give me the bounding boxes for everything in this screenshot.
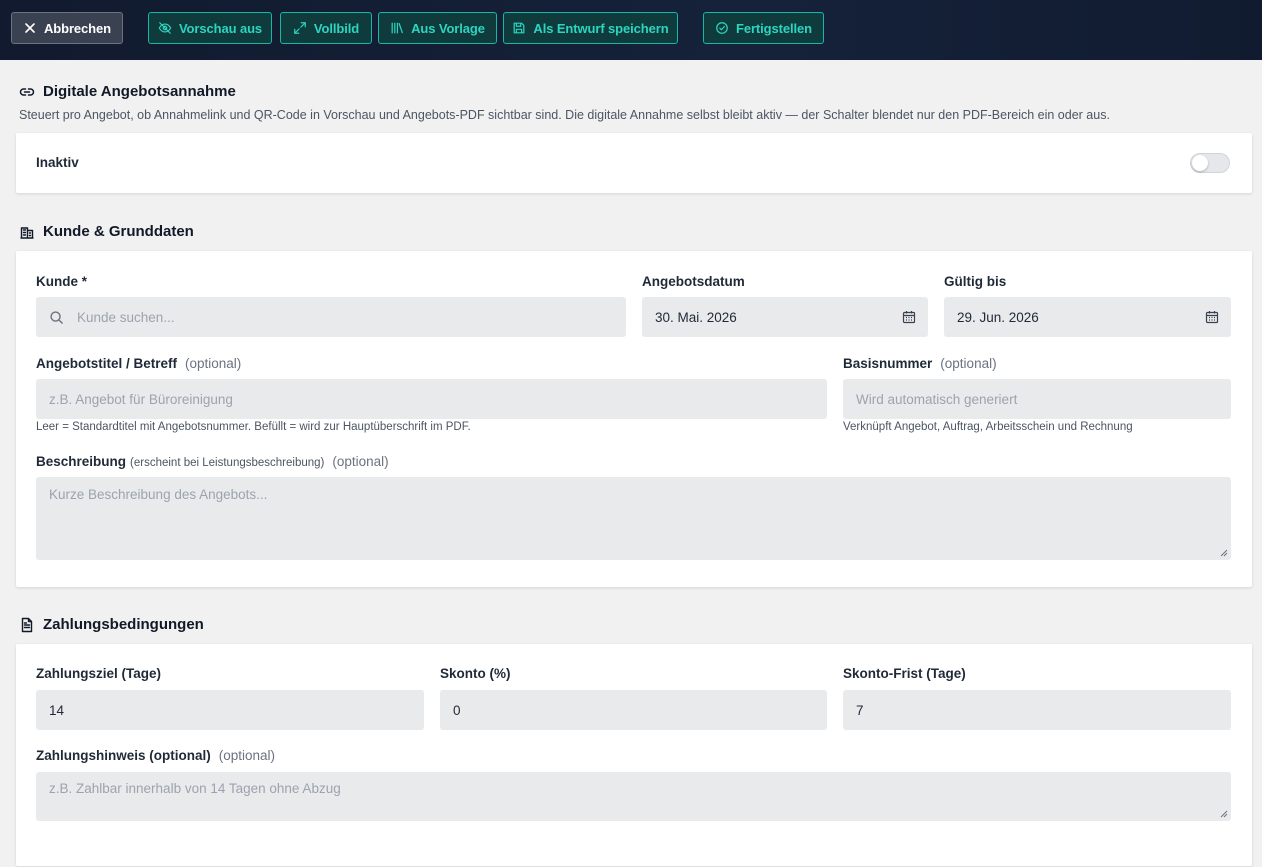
customer-card: Kunde * Angebotsdatum 30. Mai. 2026 Gült…	[16, 251, 1252, 587]
base-number-input[interactable]	[856, 391, 1218, 407]
building-icon	[20, 226, 34, 239]
base-number-label-text: Basisnummer	[843, 356, 933, 371]
valid-until-label: Gültig bis	[944, 274, 1007, 289]
payment-note-label: Zahlungshinweis (optional) (optional)	[36, 748, 275, 763]
customer-title: Kunde & Grunddaten	[43, 223, 194, 240]
base-number-optional: (optional)	[940, 356, 997, 371]
customer-label: Kunde *	[36, 274, 88, 289]
digital-acceptance-toggle[interactable]	[1190, 153, 1230, 173]
offer-date-value: 30. Mai. 2026	[655, 309, 737, 325]
payment-note-label-text: Zahlungshinweis (optional)	[36, 748, 211, 763]
digital-acceptance-heading: Digitale Angebotsannahme	[19, 83, 236, 100]
finish-button[interactable]: Fertigstellen	[703, 12, 824, 44]
cancel-button-label: Abbrechen	[43, 20, 111, 36]
eye-off-icon	[158, 22, 172, 34]
calendar-icon[interactable]	[1205, 310, 1219, 324]
library-icon	[391, 22, 403, 34]
discount-days-label: Skonto-Frist (Tage)	[843, 666, 966, 681]
base-number-field[interactable]	[843, 379, 1231, 419]
payment-note-field[interactable]	[36, 772, 1231, 821]
digital-acceptance-title: Digitale Angebotsannahme	[43, 83, 236, 100]
subject-input[interactable]	[49, 391, 814, 407]
digital-acceptance-card: Inaktiv	[16, 133, 1252, 193]
toggle-knob	[1192, 155, 1208, 171]
fullscreen-label: Vollbild	[313, 20, 360, 36]
finish-label: Fertigstellen	[736, 20, 812, 36]
subject-hint: Leer = Standardtitel mit Angebotsnummer.…	[36, 421, 471, 433]
discount-field[interactable]: 0	[440, 690, 827, 730]
cancel-button[interactable]: Abbrechen	[11, 12, 123, 44]
subject-field[interactable]	[36, 379, 827, 419]
preview-off-button[interactable]: Vorschau aus	[148, 12, 272, 44]
discount-days-field[interactable]: 7	[843, 690, 1231, 730]
link-icon	[19, 87, 35, 96]
description-label: Beschreibung (erscheint bei Leistungsbesc…	[36, 454, 389, 469]
offer-date-label: Angebotsdatum	[642, 274, 745, 289]
digital-acceptance-status: Inaktiv	[36, 155, 79, 170]
resize-handle-icon[interactable]	[1220, 810, 1228, 818]
description-label-note: (erscheint bei Leistungsbeschreibung)	[130, 457, 325, 469]
from-template-label: Aus Vorlage	[411, 20, 485, 36]
payment-heading: Zahlungsbedingungen	[19, 616, 204, 633]
subject-optional: (optional)	[185, 356, 242, 371]
discount-days-value: 7	[856, 702, 864, 718]
preview-off-label: Vorschau aus	[178, 20, 263, 36]
save-draft-button[interactable]: Als Entwurf speichern	[503, 12, 678, 44]
payment-note-optional: (optional)	[218, 748, 276, 763]
subject-label-text: Angebotstitel / Betreff	[36, 356, 178, 371]
save-icon	[513, 22, 525, 34]
description-field[interactable]	[36, 477, 1231, 560]
calendar-icon[interactable]	[902, 310, 916, 324]
payment-term-field[interactable]: 14	[36, 690, 424, 730]
document-icon	[21, 617, 33, 632]
base-number-label: Basisnummer (optional)	[843, 356, 997, 371]
customer-heading: Kunde & Grunddaten	[19, 223, 194, 240]
payment-card: Zahlungsziel (Tage) 14 Skonto (%) 0 Skon…	[16, 644, 1252, 866]
discount-value: 0	[453, 702, 461, 718]
payment-term-value: 14	[49, 702, 65, 718]
description-textarea[interactable]	[49, 487, 1218, 560]
resize-handle-icon[interactable]	[1220, 549, 1228, 557]
expand-icon	[294, 22, 306, 34]
fullscreen-button[interactable]: Vollbild	[280, 12, 372, 44]
discount-label: Skonto (%)	[440, 666, 511, 681]
customer-search-input[interactable]	[77, 309, 613, 325]
customer-search-field[interactable]	[36, 297, 626, 337]
payment-note-textarea[interactable]	[49, 781, 1218, 821]
payment-title: Zahlungsbedingungen	[43, 616, 204, 633]
search-icon	[50, 310, 63, 324]
close-icon	[25, 23, 35, 33]
check-circle-icon	[716, 22, 728, 34]
top-toolbar: Abbrechen Vorschau aus Vollbild Aus Vorl…	[0, 0, 1262, 60]
description-label-text: Beschreibung	[36, 454, 127, 469]
valid-until-field[interactable]: 29. Jun. 2026	[944, 297, 1231, 337]
save-draft-label: Als Entwurf speichern	[533, 20, 669, 36]
from-template-button[interactable]: Aus Vorlage	[378, 12, 497, 44]
description-optional: (optional)	[332, 454, 389, 469]
valid-until-value: 29. Jun. 2026	[957, 309, 1039, 325]
base-number-hint: Verknüpft Angebot, Auftrag, Arbeitsschei…	[843, 421, 1133, 433]
payment-term-label: Zahlungsziel (Tage)	[36, 666, 162, 681]
offer-date-field[interactable]: 30. Mai. 2026	[642, 297, 928, 337]
subject-label: Angebotstitel / Betreff (optional)	[36, 356, 241, 371]
digital-acceptance-description: Steuert pro Angebot, ob Annahmelink und …	[19, 108, 1110, 122]
